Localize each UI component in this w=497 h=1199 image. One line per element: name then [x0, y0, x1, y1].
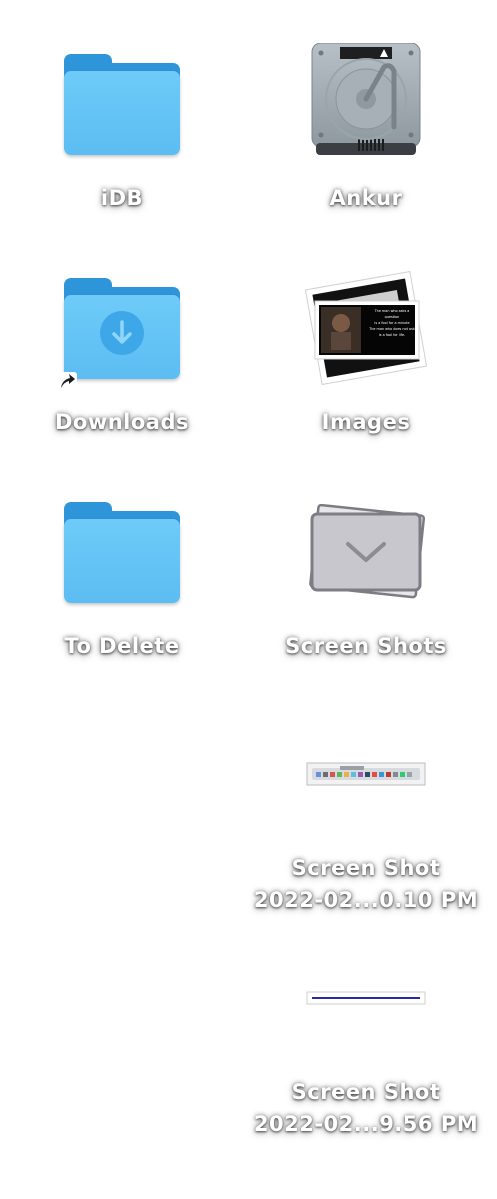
item-label-screenshot-1-line1: Screen Shot	[291, 856, 441, 880]
desktop-item-to-delete[interactable]: To Delete	[7, 488, 237, 668]
screenshot-thumbnail-icon	[306, 990, 426, 1005]
item-label-ankur: Ankur	[329, 186, 403, 210]
screenshots-folder-icon	[306, 503, 426, 600]
desktop-item-downloads[interactable]: Downloads	[7, 264, 237, 444]
downloads-folder-icon	[57, 278, 182, 392]
photo-caption: The man who asks a question is a fool fo…	[369, 309, 415, 337]
hard-drive-icon	[310, 42, 422, 159]
item-label-screen-shots: Screen Shots	[285, 634, 447, 658]
item-label-screenshot-2-line1: Screen Shot	[291, 1080, 441, 1104]
item-label-images: Images	[321, 410, 411, 434]
item-label-downloads: Downloads	[54, 410, 190, 434]
folder-icon	[62, 54, 182, 156]
desktop-item-screen-shots[interactable]: Screen Shots	[251, 488, 481, 668]
image-stack-icon: The man who asks a question is a fool fo…	[304, 268, 428, 388]
item-label-screenshot-2-line2: 2022-02...9.56 PM	[253, 1112, 479, 1136]
desktop-item-images[interactable]: The man who asks a question is a fool fo…	[251, 264, 481, 444]
screenshot-thumbnail-icon	[306, 762, 426, 786]
folder-icon	[62, 502, 182, 604]
desktop: iDB Ankur Downloads The man who asks a q…	[0, 0, 497, 1199]
alias-arrow-icon	[57, 372, 77, 392]
item-label-idb: iDB	[100, 186, 144, 210]
item-label-to-delete: To Delete	[64, 634, 180, 658]
desktop-item-screenshot-1[interactable]: Screen Shot 2022-02...0.10 PM	[251, 712, 481, 922]
desktop-item-screenshot-2[interactable]: Screen Shot 2022-02...9.56 PM	[251, 936, 481, 1146]
download-arrow-icon	[100, 311, 144, 355]
item-label-screenshot-1-line2: 2022-02...0.10 PM	[253, 888, 479, 912]
desktop-item-idb[interactable]: iDB	[7, 40, 237, 220]
desktop-item-ankur[interactable]: Ankur	[251, 40, 481, 220]
